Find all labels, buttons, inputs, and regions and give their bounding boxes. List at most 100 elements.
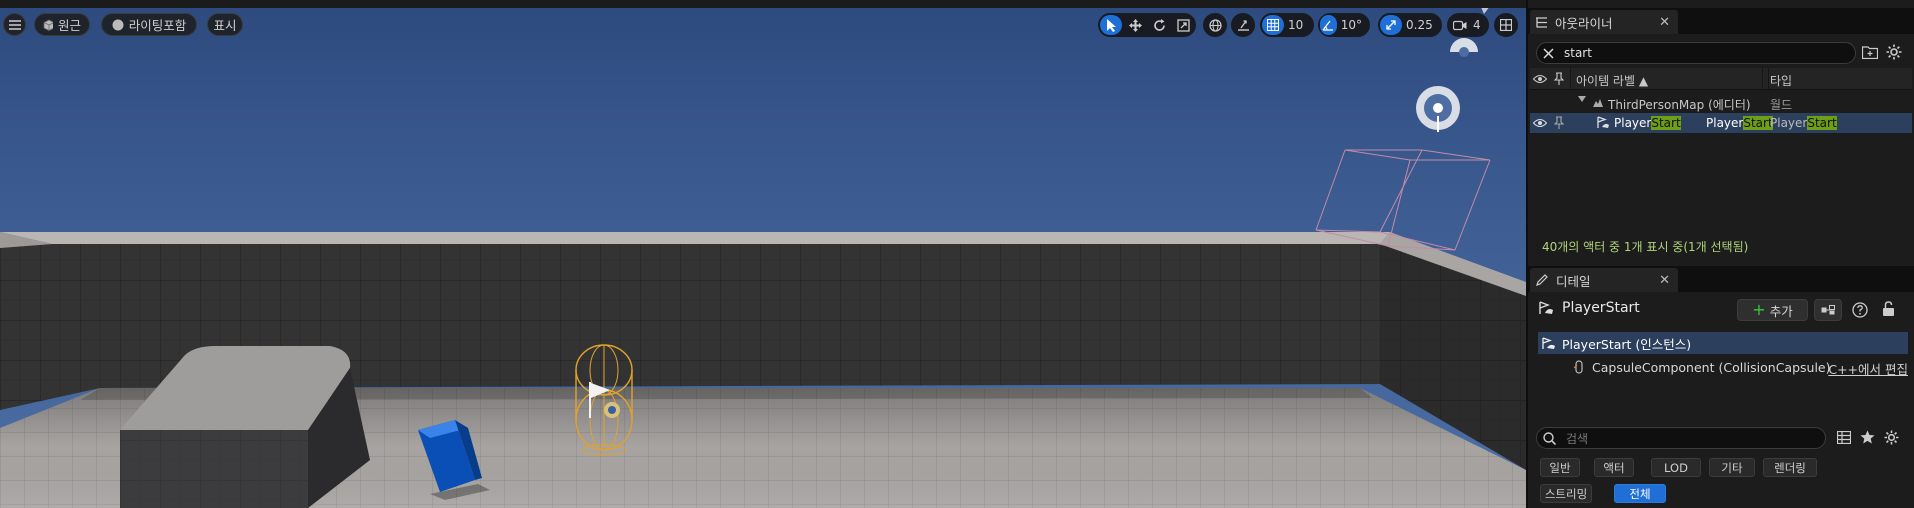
player-start-icon: [1539, 301, 1553, 314]
settings-gear-icon[interactable]: [1884, 430, 1899, 445]
coordinate-space-group: [1203, 13, 1227, 37]
cursor-arrow-icon: [1106, 18, 1116, 32]
lighting-mode-button[interactable]: 라이팅포함: [101, 13, 197, 36]
camera-speed-group: 4: [1447, 13, 1489, 37]
details-search-input[interactable]: 검색: [1536, 427, 1826, 449]
perspective-label: 원근: [57, 18, 81, 33]
clear-search-icon[interactable]: [1543, 47, 1554, 59]
capsule-component-icon: [1574, 360, 1583, 374]
scale-snap-icon: [1386, 20, 1396, 30]
blueprint-convert-icon: [1821, 305, 1835, 315]
capsule-component-label: CapsuleComponent (CollisionCapsule): [1592, 359, 1831, 375]
category-misc-button[interactable]: 기타: [1709, 458, 1755, 477]
column-item-label[interactable]: 아이템 라벨 ▲: [1576, 72, 1648, 89]
angle-icon: [1322, 20, 1334, 31]
move-arrows-icon: [1128, 18, 1142, 32]
add-component-label: 추가: [1769, 303, 1793, 319]
scale-icon: [1176, 18, 1190, 32]
outliner-tab-label: 아웃라이너: [1555, 15, 1613, 31]
favorite-star-icon[interactable]: [1860, 430, 1875, 444]
outliner-row-player-start[interactable]: PlayerStart PlayerStart PlayerStart: [1530, 113, 1912, 133]
close-icon[interactable]: ✕: [1659, 273, 1670, 288]
surface-snapping-button[interactable]: [1233, 15, 1253, 35]
details-search-placeholder: 검색: [1566, 431, 1589, 446]
plus-icon: +: [1752, 300, 1766, 319]
category-actor-button[interactable]: 액터: [1594, 458, 1634, 477]
lighting-label: 라이팅포함: [128, 18, 187, 33]
rotation-snap-value[interactable]: 10°: [1339, 18, 1368, 32]
outliner-column-header: 아이템 라벨 ▲ 타입: [1530, 68, 1912, 90]
outliner-search-input[interactable]: start: [1536, 42, 1856, 64]
layout-group: [1494, 13, 1518, 37]
level-viewport[interactable]: 원근 라이팅포함 표시 10 10° 0.25 4: [0, 0, 1526, 508]
scale-snap-group: 0.25: [1378, 13, 1442, 37]
surface-snap-icon: [1237, 19, 1249, 31]
category-all-button[interactable]: 전체: [1614, 484, 1666, 503]
scale-snap-value[interactable]: 0.25: [1404, 18, 1439, 32]
globe-icon: [1208, 18, 1222, 32]
edit-in-cpp-link[interactable]: C++에서 편집: [1828, 359, 1908, 378]
world-label: ThirdPersonMap (에디터): [1608, 98, 1751, 112]
category-lod-button[interactable]: LOD: [1651, 458, 1701, 477]
world-icon: [1593, 99, 1603, 107]
camera-speed-button[interactable]: [1449, 15, 1471, 35]
search-icon: [1543, 431, 1556, 445]
table-view-icon[interactable]: [1837, 431, 1851, 444]
add-folder-icon[interactable]: [1862, 45, 1878, 59]
perspective-button[interactable]: 원근: [34, 13, 90, 36]
tab-outliner[interactable]: 아웃라이너 ✕: [1530, 10, 1678, 34]
details-actor-header: PlayerStart: [1538, 300, 1640, 316]
viewport-scene[interactable]: [0, 0, 1526, 508]
outliner-row-world[interactable]: ThirdPersonMap (에디터) 월드: [1530, 93, 1912, 113]
cube-icon: [43, 19, 53, 31]
settings-gear-icon[interactable]: [1886, 44, 1902, 60]
category-rendering-button[interactable]: 렌더링: [1763, 458, 1817, 477]
visibility-eye-icon[interactable]: [1533, 74, 1547, 84]
add-component-button[interactable]: + 추가: [1737, 299, 1808, 321]
world-type: 월드: [1770, 98, 1793, 112]
camera-speed-value[interactable]: 4: [1473, 18, 1485, 32]
translate-tool-button[interactable]: [1124, 15, 1146, 35]
rotation-snap-toggle[interactable]: [1320, 15, 1337, 35]
sphere-icon: [112, 19, 124, 30]
outliner-tabbar: 아웃라이너 ✕: [1528, 8, 1914, 34]
category-streaming-button[interactable]: 스트리밍: [1540, 484, 1592, 503]
grid-snap-toggle[interactable]: [1262, 15, 1284, 35]
visibility-eye-icon[interactable]: [1533, 118, 1547, 128]
show-label: 표시: [213, 18, 237, 33]
scale-tool-button[interactable]: [1172, 15, 1194, 35]
tab-details[interactable]: 디테일 ✕: [1530, 268, 1678, 292]
rotate-tool-button[interactable]: [1148, 15, 1170, 35]
help-icon[interactable]: [1852, 302, 1868, 318]
grid-snap-group: 10: [1260, 13, 1314, 37]
player-start-type: PlayerStart: [1770, 116, 1837, 130]
lock-icon[interactable]: [1882, 301, 1895, 317]
viewport-layout-button[interactable]: [1496, 15, 1516, 35]
blueprint-button[interactable]: [1814, 299, 1842, 321]
pin-icon[interactable]: [1554, 72, 1564, 85]
close-icon[interactable]: ✕: [1659, 15, 1670, 30]
instance-label: PlayerStart (인스턴스): [1562, 336, 1692, 352]
outliner-search-value: start: [1564, 46, 1592, 60]
outliner-icon: [1536, 16, 1547, 28]
viewport-top-border: [0, 0, 1526, 8]
grid-snap-value[interactable]: 10: [1286, 18, 1309, 32]
world-space-button[interactable]: [1205, 15, 1225, 35]
player-start-label-col2: PlayerStart: [1706, 116, 1773, 130]
select-tool-button[interactable]: [1100, 15, 1122, 35]
show-button[interactable]: 표시: [207, 13, 243, 36]
expand-arrow-icon[interactable]: [1578, 96, 1586, 102]
component-row-capsule[interactable]: CapsuleComponent (CollisionCapsule) C++에…: [1538, 356, 1908, 378]
outliner-status-text: 40개의 액터 중 1개 표시 중(1개 선택됨): [1542, 240, 1749, 254]
scale-snap-toggle[interactable]: [1380, 15, 1402, 35]
component-row-instance[interactable]: PlayerStart (인스턴스): [1538, 332, 1908, 354]
wall-top-cap: [0, 232, 1390, 244]
player-start-label: PlayerStart: [1614, 116, 1681, 130]
pin-icon[interactable]: [1554, 116, 1564, 129]
viewport-menu-button[interactable]: [3, 13, 26, 36]
rotate-icon: [1153, 18, 1165, 31]
pencil-icon: [1536, 274, 1548, 286]
column-type[interactable]: 타입: [1770, 72, 1792, 89]
category-general-button[interactable]: 일반: [1540, 458, 1580, 477]
actor-name: PlayerStart: [1562, 300, 1640, 316]
